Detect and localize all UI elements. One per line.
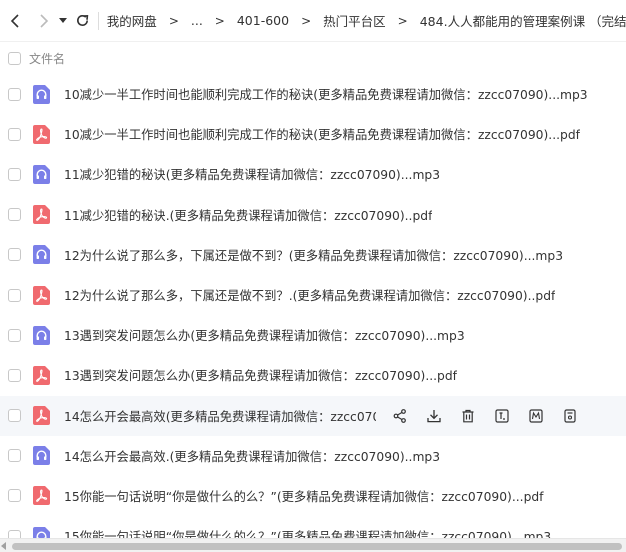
file-row[interactable]: 10减少一半工作时间也能顺利完成工作的秘诀(更多精品免费课程请加微信：zzcc0… [0, 74, 626, 114]
audio-file-icon [33, 325, 50, 345]
move-icon [529, 408, 543, 423]
select-all-checkbox[interactable] [8, 51, 21, 65]
row-hover-actions [392, 396, 596, 436]
pdf-file-icon [33, 124, 50, 144]
file-row[interactable]: 12为什么说了那么多，下属还是做不到？.(更多精品免费课程请加微信：zzcc07… [0, 275, 626, 315]
audio-file-icon [33, 446, 50, 466]
pdf-file-icon [33, 406, 50, 426]
rename-button[interactable] [494, 408, 510, 424]
more-icon [563, 408, 577, 423]
file-row-checkbox[interactable] [8, 288, 21, 302]
move-button[interactable] [528, 408, 544, 424]
audio-file-icon [33, 164, 50, 184]
file-name[interactable]: 14怎么开会最高效.(更多精品免费课程请加微信：zzcc07090)..mp3 [64, 447, 440, 465]
horizontal-scrollbar[interactable] [0, 538, 626, 552]
breadcrumb-separator: > [301, 13, 312, 28]
breadcrumb-separator: > [168, 13, 179, 28]
file-name[interactable]: 10减少一半工作时间也能顺利完成工作的秘诀(更多精品免费课程请加微信：zzcc0… [64, 85, 588, 103]
file-name[interactable]: 11减少犯错的秘诀(更多精品免费课程请加微信：zzcc07090)...mp3 [64, 165, 440, 183]
pdf-file-icon [33, 285, 50, 305]
file-name[interactable]: 12为什么说了那么多，下属还是做不到？.(更多精品免费课程请加微信：zzcc07… [64, 286, 555, 304]
breadcrumb-item-hot-platform[interactable]: 热门平台区 [323, 11, 386, 30]
file-row[interactable]: 13遇到突发问题怎么办(更多精品免费课程请加微信：zzcc07090)...mp… [0, 315, 626, 355]
file-row[interactable]: 15你能一句话说明“你是做什么的么？”(更多精品免费课程请加微信：zzcc070… [0, 476, 626, 516]
file-list: 10减少一半工作时间也能顺利完成工作的秘诀(更多精品免费课程请加微信：zzcc0… [0, 74, 626, 552]
scrollbar-thumb[interactable] [12, 543, 622, 550]
file-name[interactable]: 11减少犯错的秘诀.(更多精品免费课程请加微信：zzcc07090)..pdf [64, 206, 432, 224]
file-row-checkbox[interactable] [8, 489, 21, 503]
breadcrumb-item-my-drive[interactable]: 我的网盘 [107, 11, 157, 30]
file-name[interactable]: 14怎么开会最高效(更多精品免费课程请加微信：zzcc07090)...pdf [64, 407, 376, 425]
audio-file-icon [33, 245, 50, 265]
file-row[interactable]: 14怎么开会最高效.(更多精品免费课程请加微信：zzcc07090)..mp3 [0, 436, 626, 476]
breadcrumb-separator: > [214, 13, 225, 28]
delete-icon [461, 409, 475, 423]
forward-button[interactable] [34, 11, 52, 31]
file-row[interactable]: 10减少一半工作时间也能顺利完成工作的秘诀(更多精品免费课程请加微信：zzcc0… [0, 114, 626, 154]
file-row-checkbox[interactable] [8, 328, 21, 342]
file-row-checkbox[interactable] [8, 127, 21, 141]
file-row[interactable]: 12为什么说了那么多，下属还是做不到？(更多精品免费课程请加微信：zzcc070… [0, 235, 626, 275]
rename-icon [495, 408, 509, 423]
history-dropdown-button[interactable] [57, 11, 70, 31]
file-row-checkbox[interactable] [8, 208, 21, 222]
file-row-checkbox[interactable] [8, 167, 21, 181]
pdf-file-icon [33, 365, 50, 385]
download-icon [427, 409, 441, 423]
share-icon [393, 408, 407, 423]
delete-button[interactable] [460, 408, 476, 424]
audio-file-icon [33, 84, 50, 104]
pdf-file-icon [33, 205, 50, 225]
file-row-checkbox[interactable] [8, 248, 21, 262]
breadcrumb-item-ellipsis[interactable]: ... [191, 13, 203, 28]
file-name[interactable]: 13遇到突发问题怎么办(更多精品免费课程请加微信：zzcc07090)...pd… [64, 366, 457, 384]
caret-down-icon [59, 17, 68, 23]
file-name[interactable]: 15你能一句话说明“你是做什么的么？”(更多精品免费课程请加微信：zzcc070… [64, 487, 544, 505]
toolbar-divider [97, 11, 99, 30]
breadcrumb-item-current-folder[interactable]: 484.人人都能用的管理案例课 （完结） [420, 11, 626, 30]
chevron-right-icon [39, 13, 48, 28]
chevron-left-icon [11, 13, 19, 28]
breadcrumb-item-401-600[interactable]: 401-600 [237, 13, 289, 28]
file-row[interactable]: 11减少犯错的秘诀(更多精品免费课程请加微信：zzcc07090)...mp3 [0, 154, 626, 194]
pdf-file-icon [33, 486, 50, 506]
refresh-icon [77, 14, 89, 26]
breadcrumb: 我的网盘 > ... > 401-600 > 热门平台区 > 484.人人都能用… [107, 11, 626, 30]
scroll-left-arrow-icon[interactable] [1, 542, 6, 550]
file-row-checkbox[interactable] [8, 87, 21, 101]
download-button[interactable] [426, 408, 442, 424]
file-name[interactable]: 10减少一半工作时间也能顺利完成工作的秘诀(更多精品免费课程请加微信：zzcc0… [64, 125, 580, 143]
share-button[interactable] [392, 408, 408, 424]
file-list-header: 文件名 [0, 42, 626, 74]
file-row[interactable]: 13遇到突发问题怎么办(更多精品免费课程请加微信：zzcc07090)...pd… [0, 355, 626, 395]
back-button[interactable] [6, 11, 24, 31]
column-header-filename[interactable]: 文件名 [29, 50, 65, 67]
file-name[interactable]: 13遇到突发问题怎么办(更多精品免费课程请加微信：zzcc07090)...mp… [64, 326, 465, 344]
top-navigation-bar: 我的网盘 > ... > 401-600 > 热门平台区 > 484.人人都能用… [0, 0, 626, 42]
refresh-button[interactable] [74, 11, 92, 31]
file-name[interactable]: 12为什么说了那么多，下属还是做不到？(更多精品免费课程请加微信：zzcc070… [64, 246, 563, 264]
breadcrumb-separator: > [397, 13, 408, 28]
more-button[interactable] [562, 408, 578, 424]
file-row[interactable]: 11减少犯错的秘诀.(更多精品免费课程请加微信：zzcc07090)..pdf [0, 195, 626, 235]
file-row[interactable]: 14怎么开会最高效(更多精品免费课程请加微信：zzcc07090)...pdf [0, 395, 626, 436]
file-row-checkbox[interactable] [8, 409, 21, 423]
file-row-checkbox[interactable] [8, 449, 21, 463]
file-row-checkbox[interactable] [8, 368, 21, 382]
